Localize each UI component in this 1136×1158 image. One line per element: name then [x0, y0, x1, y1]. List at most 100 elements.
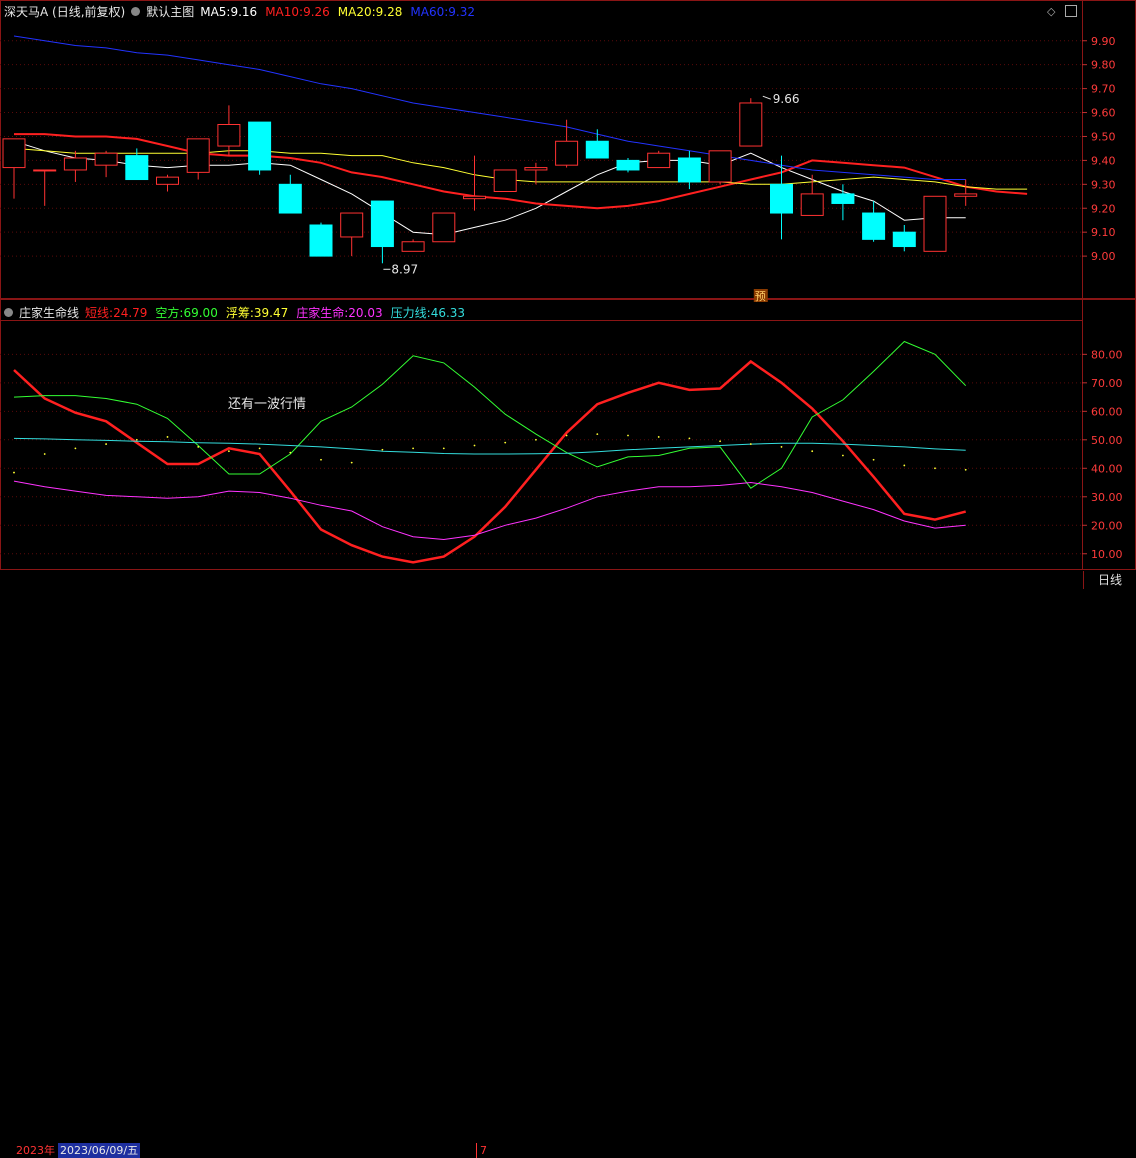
float-chip-dot — [811, 450, 814, 453]
chart-annotations: 9.66 8.97 预 — [383, 92, 800, 303]
candle-body-up — [401, 241, 425, 252]
period-button[interactable]: 日线 — [1083, 571, 1136, 589]
candle-body-up — [647, 152, 671, 169]
ma-legend-item-value: 9.16 — [230, 4, 258, 19]
candle-body-up — [739, 102, 763, 147]
settings-dot-icon[interactable] — [4, 308, 13, 317]
ma-legend-item-1: MA10: 9.26 — [265, 5, 330, 19]
float-chip-dot — [320, 458, 322, 461]
indicator-legend-item-label: 短线: — [85, 306, 114, 320]
max-arrow — [762, 95, 771, 100]
ma-legend-item-3: MA60: 9.32 — [410, 5, 475, 19]
main-panel-frame — [0, 0, 1083, 299]
float-chip-dot — [504, 441, 507, 444]
candle-body-down — [370, 200, 394, 248]
price-tick-label: 9.90 — [1091, 35, 1116, 48]
float-chip-dot — [228, 450, 230, 453]
float-chip-dot — [43, 453, 46, 455]
candle-body-up — [186, 138, 210, 173]
float-chip-dot — [903, 464, 906, 467]
candle-body-up — [432, 212, 456, 243]
candle-body-down — [278, 183, 302, 214]
indicator-legend-item-value: 39.47 — [253, 306, 289, 320]
indicator-line-short — [13, 359, 967, 564]
grid-lines — [0, 40, 1082, 555]
indicator-legend-item-3: 庄家生命: 20.03 — [296, 304, 382, 321]
ma-line-ma10 — [14, 133, 1028, 210]
main-chart-label[interactable]: 默认主图 — [146, 3, 194, 20]
float-chip-dot — [412, 447, 414, 450]
float-chip-dot — [105, 443, 107, 445]
candle-body-down — [125, 155, 149, 181]
float-chip-dot — [657, 436, 660, 438]
indicator-values: 短线: 24.79 空方: 69.00 浮筹: 39.47 庄家生命: 20.03 压力… — [85, 304, 465, 321]
indicator-axis: 80.00 70.00 60.00 50.00 40.00 30.00 20.00 10.00 — [1082, 348, 1123, 561]
candle-body-up — [340, 212, 364, 238]
float-chip-dot — [842, 454, 844, 457]
float-chip-dot — [197, 446, 200, 448]
price-tick-label: 9.20 — [1091, 202, 1116, 215]
price-tick-label: 9.80 — [1091, 59, 1116, 72]
float-chip-dot — [442, 447, 445, 450]
float-chip-dot — [166, 436, 169, 438]
ma-line-ma5 — [13, 140, 966, 236]
float-chip-dot — [74, 447, 77, 450]
candle-body-up — [555, 140, 579, 166]
indicator-legend-item-value: 69.00 — [183, 306, 218, 320]
candle-body-down — [831, 193, 855, 204]
float-chip-dot — [780, 446, 783, 448]
float-chip-dot — [289, 451, 292, 454]
price-tick-label: 9.40 — [1091, 154, 1116, 167]
ma-legend-item-label: MA60: — [410, 4, 449, 19]
float-chip-dot — [381, 448, 384, 451]
price-axis: 9.90 9.80 9.70 9.60 9.50 9.40 9.30 9.20 9.10 9.00 — [1082, 35, 1116, 263]
date-axis: 2023年 2023/06/09/五 7 — [0, 571, 1080, 1158]
candle-body-down — [616, 159, 640, 171]
candle-body-up — [33, 169, 57, 172]
indicator-legend-item-label: 浮筹: — [225, 306, 254, 320]
ma-legend-item-2: MA20: 9.28 — [338, 5, 403, 19]
ma-legend-item-value: 9.28 — [375, 4, 403, 19]
indicator-legend-item-value: 24.79 — [113, 306, 148, 320]
indicator-tick-label: 10.00 — [1091, 548, 1123, 561]
indicator-tick-label: 50.00 — [1091, 434, 1123, 447]
float-chip-dot — [749, 443, 752, 445]
float-chip-dot — [872, 458, 875, 461]
settings-dot-icon[interactable] — [131, 7, 141, 16]
indicator-line-dealer-life — [13, 480, 966, 541]
panel-frame-icon[interactable] — [1065, 5, 1077, 17]
candle-body-up — [923, 195, 947, 252]
candle-body-down — [585, 140, 609, 159]
candle-body-up — [524, 167, 548, 171]
price-tick-label: 9.60 — [1091, 107, 1116, 120]
price-tick-label: 9.70 — [1091, 83, 1116, 96]
float-chip-dot — [258, 447, 261, 450]
candle-body-down — [677, 157, 701, 183]
sub-panel-frame — [0, 299, 1083, 570]
annotation-note: 还有一波行情 — [228, 397, 307, 412]
float-chip-dot — [135, 438, 138, 441]
indicator-legend: 庄家生命线 短线: 24.79 空方: 69.00 浮筹: 39.47 庄家生命: 2… — [4, 304, 465, 321]
indicator-name[interactable]: 庄家生命线 — [19, 304, 79, 321]
stock-title[interactable]: 深天马A (日线,前复权) — [4, 3, 125, 20]
price-tick-label: 9.50 — [1091, 130, 1116, 143]
main-legend: 深天马A (日线,前复权) 默认主图 MA5: 9.16 MA10: 9.26 MA… — [4, 3, 475, 20]
candle-body-down — [309, 224, 333, 257]
candle-body-up — [156, 176, 179, 185]
date-cursor-label: 2023/06/09/五 — [58, 1143, 141, 1158]
indicator-legend-item-label: 空方: — [155, 306, 184, 320]
indicator-legend-item-0: 短线: 24.79 — [85, 304, 147, 321]
float-chip-dot — [964, 468, 967, 471]
ma-legend-item-label: MA10: — [265, 4, 304, 19]
diamond-icon[interactable]: ◇ — [1047, 5, 1055, 18]
indicator-legend-item-4: 压力线: 46.33 — [391, 304, 465, 321]
candle-body-up — [954, 193, 978, 197]
indicator-legend-item-1: 空方: 69.00 — [155, 304, 217, 321]
indicator-line-bear — [13, 340, 967, 489]
candle-body-up — [94, 152, 118, 166]
ma-legend-item-0: MA5: 9.16 — [200, 5, 257, 19]
indicator-legend-item-2: 浮筹: 39.47 — [226, 304, 288, 321]
float-chip-dot — [13, 471, 15, 474]
indicator-tick-label: 60.00 — [1091, 405, 1123, 418]
float-chip-dot — [627, 434, 629, 437]
